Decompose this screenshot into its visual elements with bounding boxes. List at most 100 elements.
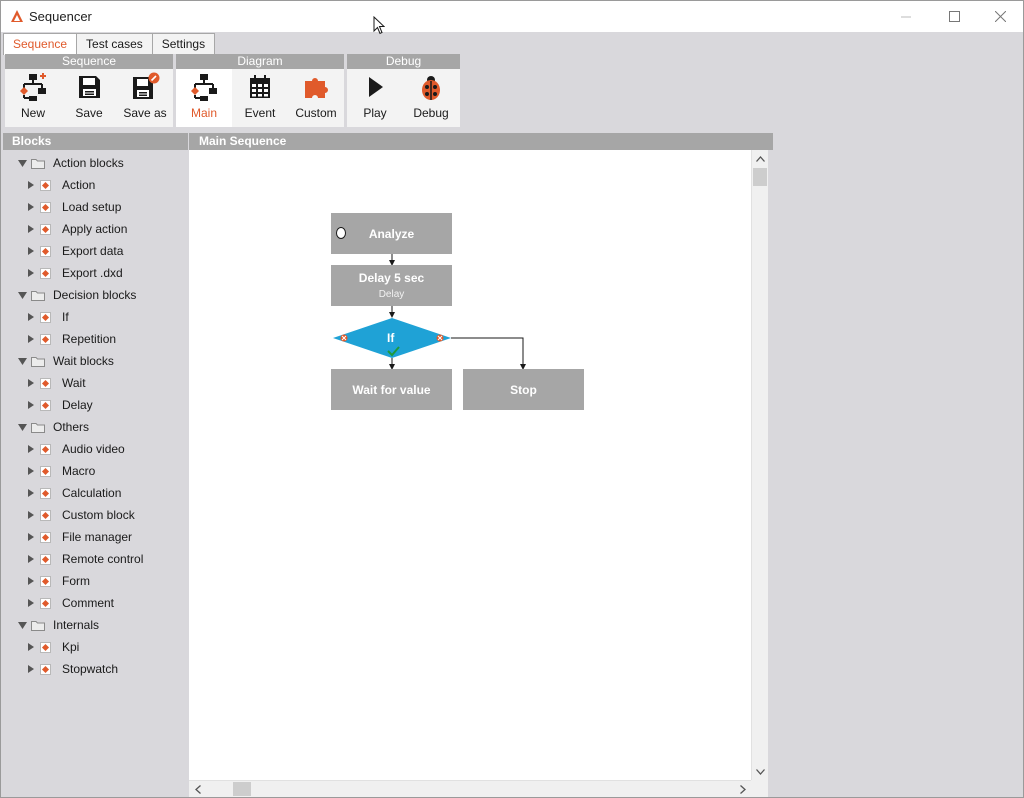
expand-toggle[interactable]: [17, 620, 27, 630]
expand-toggle[interactable]: [26, 510, 36, 520]
block-item-label: Load setup: [62, 200, 122, 214]
horizontal-scrollbar[interactable]: [189, 780, 751, 797]
new-button[interactable]: New: [5, 69, 61, 127]
main-diagram-button[interactable]: Main: [176, 69, 232, 127]
tab-sequence[interactable]: Sequence: [3, 33, 78, 55]
block-item-label: Stopwatch: [62, 662, 119, 676]
custom-diagram-button[interactable]: Custom: [288, 69, 344, 127]
block-item[interactable]: Remote control: [3, 548, 188, 570]
expand-toggle[interactable]: [26, 180, 36, 190]
expand-toggle[interactable]: [26, 642, 36, 652]
expand-toggle[interactable]: [26, 598, 36, 608]
node-delay-type: Delay: [378, 289, 405, 300]
expand-toggle[interactable]: [17, 422, 27, 432]
expand-toggle[interactable]: [26, 246, 36, 256]
event-diagram-button[interactable]: Event: [232, 69, 288, 127]
expand-toggle[interactable]: [26, 444, 36, 454]
block-group[interactable]: Decision blocks: [3, 284, 188, 306]
expand-toggle[interactable]: [26, 334, 36, 344]
collapse-arrow-icon: [28, 335, 34, 343]
block-item[interactable]: Stopwatch: [3, 658, 188, 680]
play-button[interactable]: Play: [347, 69, 403, 127]
node-analyze[interactable]: Analyze: [331, 213, 452, 254]
block-group[interactable]: Wait blocks: [3, 350, 188, 372]
block-group[interactable]: Action blocks: [3, 152, 188, 174]
diagram-canvas[interactable]: Analyze Delay 5 sec Delay If Wait for va…: [189, 150, 751, 780]
expand-toggle[interactable]: [26, 312, 36, 322]
expand-toggle[interactable]: [26, 488, 36, 498]
scroll-right-button[interactable]: [734, 781, 751, 798]
expand-toggle[interactable]: [26, 400, 36, 410]
collapse-arrow-icon: [28, 445, 34, 453]
maximize-button[interactable]: [931, 1, 977, 32]
ribbon-group-title: Sequence: [5, 54, 173, 69]
block-item-label: Calculation: [62, 486, 122, 500]
block-group[interactable]: Others: [3, 416, 188, 438]
block-item[interactable]: Export data: [3, 240, 188, 262]
title-bar: Sequencer: [1, 1, 1023, 32]
close-button[interactable]: [977, 1, 1023, 32]
block-item[interactable]: Delay: [3, 394, 188, 416]
block-item[interactable]: Audio video: [3, 438, 188, 460]
folder-icon-wrap: [31, 289, 45, 301]
collapse-arrow-icon: [28, 247, 34, 255]
expand-toggle[interactable]: [26, 224, 36, 234]
scroll-up-button[interactable]: [752, 150, 769, 167]
block-item[interactable]: Wait: [3, 372, 188, 394]
expand-arrow-icon: [17, 159, 27, 167]
debug-button[interactable]: Debug: [403, 69, 459, 127]
expand-toggle[interactable]: [26, 576, 36, 586]
maximize-icon: [948, 11, 960, 22]
node-delay[interactable]: Delay 5 sec Delay: [331, 265, 452, 306]
minimize-button[interactable]: [883, 1, 929, 32]
block-group[interactable]: Internals: [3, 614, 188, 636]
block-item[interactable]: Apply action: [3, 218, 188, 240]
block-item[interactable]: Macro: [3, 460, 188, 482]
main-label: Main: [190, 106, 217, 120]
block-icon: [40, 333, 51, 345]
block-item[interactable]: Load setup: [3, 196, 188, 218]
save-button[interactable]: Save: [61, 69, 117, 127]
block-item[interactable]: Export .dxd: [3, 262, 188, 284]
tab-settings[interactable]: Settings: [151, 33, 216, 54]
expand-toggle[interactable]: [17, 356, 27, 366]
block-item[interactable]: File manager: [3, 526, 188, 548]
block-item[interactable]: Kpi: [3, 636, 188, 658]
expand-toggle[interactable]: [26, 532, 36, 542]
expand-toggle[interactable]: [26, 378, 36, 388]
block-item[interactable]: Comment: [3, 592, 188, 614]
expand-toggle[interactable]: [26, 554, 36, 564]
block-icon: [40, 201, 51, 213]
save-as-button[interactable]: Save as: [117, 69, 173, 127]
node-wait-for-value[interactable]: Wait for value: [331, 369, 452, 410]
block-item-label: Export data: [62, 244, 124, 258]
block-item[interactable]: Form: [3, 570, 188, 592]
vertical-scrollbar[interactable]: [751, 150, 768, 780]
block-group-label: Action blocks: [53, 156, 124, 170]
expand-toggle[interactable]: [17, 290, 27, 300]
expand-toggle[interactable]: [26, 268, 36, 278]
collapse-arrow-icon: [28, 555, 34, 563]
node-stop[interactable]: Stop: [463, 369, 584, 410]
block-item[interactable]: Action: [3, 174, 188, 196]
expand-toggle[interactable]: [26, 664, 36, 674]
block-item-label: Comment: [62, 596, 115, 610]
block-item[interactable]: If: [3, 306, 188, 328]
block-item[interactable]: Custom block: [3, 504, 188, 526]
block-item[interactable]: Calculation: [3, 482, 188, 504]
folder-icon-wrap: [31, 619, 45, 631]
expand-toggle[interactable]: [26, 466, 36, 476]
flowchart-icon: [191, 74, 217, 101]
block-item-label: Apply action: [62, 222, 128, 236]
node-analyze-label: Analyze: [368, 226, 415, 241]
block-icon: [40, 663, 51, 675]
block-item[interactable]: Repetition: [3, 328, 188, 350]
ribbon-group-diagram: Diagram Main Event Custom: [176, 54, 344, 127]
horizontal-scroll-thumb[interactable]: [233, 782, 251, 796]
expand-toggle[interactable]: [17, 158, 27, 168]
tab-test-cases[interactable]: Test cases: [76, 33, 153, 54]
scroll-left-button[interactable]: [189, 781, 206, 798]
scroll-down-button[interactable]: [752, 763, 769, 780]
vertical-scroll-thumb[interactable]: [753, 168, 767, 186]
expand-toggle[interactable]: [26, 202, 36, 212]
